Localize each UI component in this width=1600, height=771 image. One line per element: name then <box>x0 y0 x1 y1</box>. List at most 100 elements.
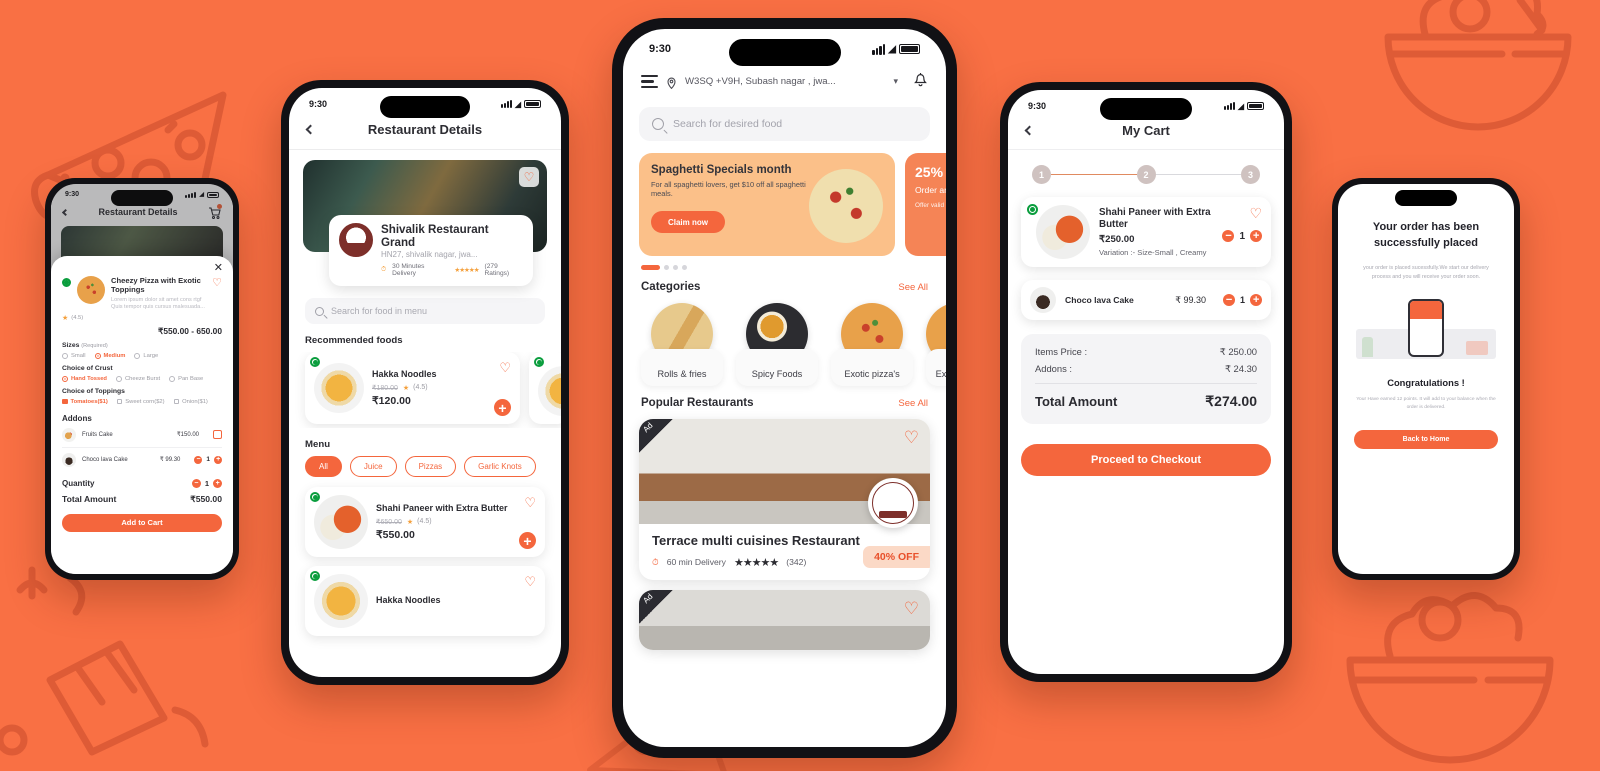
claim-now-button[interactable]: Claim now <box>651 211 725 233</box>
promo-banner-secondary[interactable]: 25% Order any Offer valid <box>905 153 946 256</box>
promo-banner-primary[interactable]: Spaghetti Specials month For all spaghet… <box>639 153 895 256</box>
cart-badge <box>217 204 222 209</box>
topping-onion[interactable]: Onion($1) <box>173 399 208 405</box>
restaurant-logo <box>868 477 918 528</box>
carousel-dot[interactable] <box>682 265 687 270</box>
banner-description: For all spaghetti lovers, get $10 off al… <box>651 180 806 198</box>
crust-option-hand-tossed[interactable]: Hand Tossed <box>62 375 107 382</box>
addon-checkbox[interactable] <box>213 430 222 439</box>
step-1[interactable]: 1 <box>1032 165 1051 184</box>
chevron-down-icon[interactable]: ▾ <box>893 76 898 87</box>
recommended-foods-list[interactable]: Hakka Noodles ₹180.00 ★ (4.5) ₹120.00 ♡ … <box>289 352 561 428</box>
increment-button[interactable]: + <box>213 478 222 488</box>
battery-icon <box>207 191 219 198</box>
cart-item-name: Shahi Paneer with Extra Butter <box>1099 206 1211 230</box>
carousel-dot-active[interactable] <box>641 265 660 270</box>
crust-options: Hand Tossed Cheeze Burst Pan Base <box>62 375 222 382</box>
order-summary: Items Price : ₹ 250.00 Addons : ₹ 24.30 … <box>1021 334 1271 424</box>
page-title: Restaurant Details <box>367 122 483 137</box>
decrement-button[interactable]: − <box>1222 230 1235 242</box>
menu-item-card[interactable]: Hakka Noodles ♡ <box>305 566 545 636</box>
favorite-heart-icon[interactable]: ♡ <box>1249 205 1262 222</box>
categories-see-all[interactable]: See All <box>898 282 928 293</box>
cellular-signal-icon <box>185 191 197 198</box>
item-price-range: ₹550.00 - 650.00 <box>157 325 222 336</box>
old-price: ₹650.00 <box>376 518 402 526</box>
size-option-large[interactable]: Large <box>134 352 158 359</box>
carousel-dot[interactable] <box>673 265 678 270</box>
favorite-heart-icon[interactable]: ♡ <box>904 599 919 619</box>
topping-sweet-corn[interactable]: Sweet corn($2) <box>116 399 165 405</box>
food-card[interactable] <box>529 352 561 424</box>
menu-item-card[interactable]: Shahi Paneer with Extra Butter ₹650.00 ★… <box>305 487 545 557</box>
restaurant-card[interactable]: Ad ♡ <box>639 589 930 650</box>
increment-button[interactable]: + <box>1250 294 1262 306</box>
step-2[interactable]: 2 <box>1136 165 1156 184</box>
carousel-dots[interactable] <box>623 256 946 270</box>
decrement-button[interactable]: − <box>194 455 203 464</box>
category-item[interactable]: Exotic pizza's <box>831 303 913 386</box>
food-subinfo: ₹650.00 ★ (4.5) <box>376 518 511 526</box>
proceed-to-checkout-button[interactable]: Proceed to Checkout <box>1021 444 1271 476</box>
decrement-button[interactable]: − <box>1222 294 1235 306</box>
menu-search-input[interactable]: Search for food in menu <box>305 298 545 324</box>
add-to-cart-button[interactable]: Add to Cart <box>62 513 222 532</box>
category-label: Ex <box>926 349 946 386</box>
search-icon <box>652 118 664 130</box>
popular-see-all[interactable]: See All <box>898 398 928 409</box>
favorite-heart-icon[interactable]: ♡ <box>212 276 222 289</box>
size-option-medium[interactable]: Medium <box>94 352 125 359</box>
promo-banner-carousel[interactable]: Spaghetti Specials month For all spaghet… <box>623 141 946 256</box>
cart-item[interactable]: Choco lava Cake ₹ 99.30 − 1 + <box>1021 280 1271 320</box>
decrement-button[interactable]: − <box>191 478 201 488</box>
status-icons: ◢ <box>1223 101 1264 111</box>
favorite-heart-icon[interactable]: ♡ <box>499 360 511 376</box>
size-options: Small Medium Large <box>62 352 222 359</box>
veg-indicator-icon <box>534 357 544 367</box>
menu-chip-garlic-knots[interactable]: Garlic Knots <box>464 456 536 477</box>
favorite-heart-icon[interactable]: ♡ <box>519 167 539 187</box>
favorite-heart-icon[interactable]: ♡ <box>524 495 536 511</box>
category-item[interactable]: Ex <box>926 303 946 386</box>
cart-item[interactable]: Shahi Paneer with Extra Butter ₹250.00 V… <box>1021 197 1271 267</box>
menu-chip-pizzas[interactable]: Pizzas <box>404 456 457 477</box>
menu-chip-all[interactable]: All <box>305 456 342 477</box>
favorite-heart-icon[interactable]: ♡ <box>524 574 536 590</box>
crust-label: Choice of Crust <box>62 364 113 372</box>
increment-button[interactable]: + <box>1250 230 1262 242</box>
summary-value: ₹ 250.00 <box>1219 346 1257 357</box>
topping-tomatoes[interactable]: Tomatoes($1) <box>62 399 108 405</box>
summary-divider <box>1035 383 1257 384</box>
step-3[interactable]: 3 <box>1241 165 1260 184</box>
carousel-dot[interactable] <box>664 265 669 270</box>
increment-button[interactable]: + <box>214 455 222 464</box>
category-item[interactable]: Rolls & fries <box>641 303 723 386</box>
dynamic-island <box>380 96 470 118</box>
crust-option-pan-base[interactable]: Pan Base <box>169 375 203 382</box>
status-time: 9:30 <box>309 99 328 109</box>
add-item-button[interactable]: + <box>519 532 536 549</box>
category-item[interactable]: Spicy Foods <box>736 303 818 386</box>
home-search-input[interactable]: Search for desired food <box>639 107 930 141</box>
cellular-signal-icon <box>1223 101 1235 111</box>
total-label: Total Amount <box>1035 394 1118 409</box>
addon-stepper: − 1 + <box>194 455 222 464</box>
food-card[interactable]: Hakka Noodles ₹180.00 ★ (4.5) ₹120.00 ♡ … <box>305 352 520 424</box>
size-option-small[interactable]: Small <box>62 352 86 359</box>
hamburger-menu-icon[interactable] <box>641 74 658 89</box>
close-icon[interactable]: ✕ <box>214 263 223 274</box>
favorite-heart-icon[interactable]: ♡ <box>904 428 919 448</box>
popular-restaurants-header: Popular Restaurants See All <box>623 386 946 409</box>
cart-icon[interactable] <box>208 204 222 220</box>
menu-chip-juice[interactable]: Juice <box>349 456 397 477</box>
add-item-button[interactable]: + <box>494 399 511 416</box>
back-to-home-button[interactable]: Back to Home <box>1354 429 1498 449</box>
food-name: Hakka Noodles <box>376 595 441 606</box>
delivery-address[interactable]: W3SQ +V9H, Subash nagar , jwa... <box>685 76 884 87</box>
page-title: Restaurant Details <box>98 207 178 217</box>
cart-item-stepper: − 1 + <box>1222 230 1262 242</box>
categories-list[interactable]: Rolls & fries Spicy Foods Exotic pizza's… <box>623 293 946 386</box>
notification-bell-icon[interactable] <box>913 71 928 92</box>
restaurant-card[interactable]: Ad ♡ Terrace multi cuisines Restaurant ⏱… <box>639 419 930 580</box>
crust-option-cheeze-burst[interactable]: Cheeze Burst <box>115 375 160 382</box>
